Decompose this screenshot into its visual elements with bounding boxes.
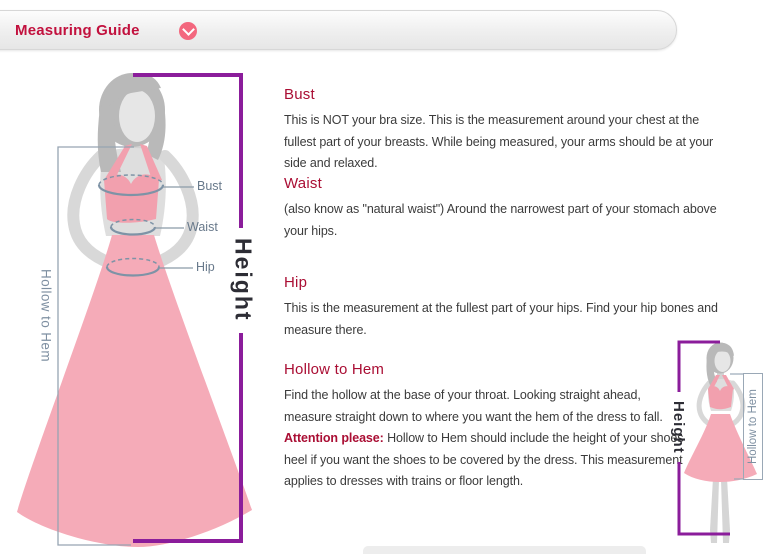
hollow-body-intro: Find the hollow at the base of your thro… xyxy=(284,388,663,424)
hip-label: Hip xyxy=(196,260,215,274)
small-height-label: Height xyxy=(664,389,693,465)
section-bust-body: This is NOT your bra size. This is the m… xyxy=(284,110,734,175)
hollow-to-hem-label: Hollow to Hem xyxy=(35,257,57,373)
small-hollow-to-hem-box: Hollow to Hem xyxy=(743,373,763,480)
section-hip-heading: Hip xyxy=(284,274,734,291)
measuring-guide-panel: Measuring Guide xyxy=(0,0,778,553)
section-hollow-body: Find the hollow at the base of your thro… xyxy=(284,385,684,493)
section-waist-body: (also know as "natural waist") Around th… xyxy=(284,199,734,242)
small-figure-face xyxy=(715,350,731,372)
section-waist-heading: Waist xyxy=(284,175,734,192)
bust-label: Bust xyxy=(197,179,222,193)
height-label: Height xyxy=(226,226,260,334)
waist-label: Waist xyxy=(187,220,218,234)
section-waist: Waist (also know as "natural waist") Aro… xyxy=(284,175,734,242)
attention-label: Attention please: xyxy=(284,431,384,445)
section-bust: Bust This is NOT your bra size. This is … xyxy=(284,86,734,175)
section-hollow-heading: Hollow to Hem xyxy=(284,361,684,378)
section-bust-heading: Bust xyxy=(284,86,734,103)
small-hollow-to-hem-label: Hollow to Hem xyxy=(744,374,762,479)
chevron-glyph xyxy=(182,23,195,36)
section-hollow-to-hem: Hollow to Hem Find the hollow at the bas… xyxy=(284,361,684,493)
measuring-guide-header[interactable]: Measuring Guide xyxy=(0,10,677,50)
chevron-down-icon[interactable] xyxy=(179,22,197,40)
header-title: Measuring Guide xyxy=(15,22,140,39)
figure-face xyxy=(119,90,155,142)
